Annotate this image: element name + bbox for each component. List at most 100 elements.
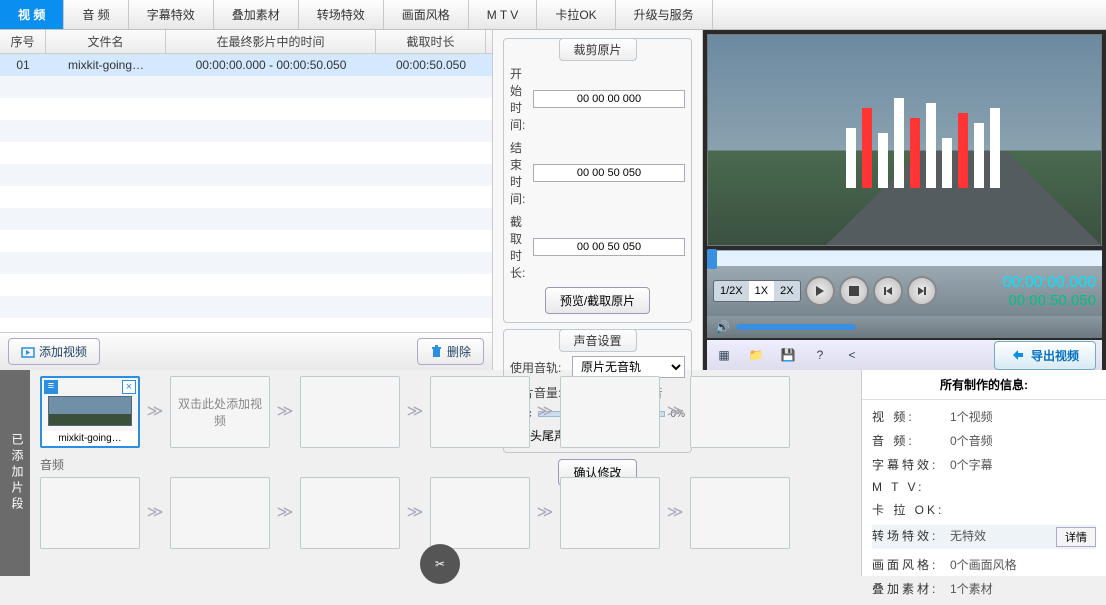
empty-slot[interactable] [300, 477, 400, 549]
empty-slot[interactable] [560, 376, 660, 448]
transition-slot[interactable]: ≫ [534, 502, 556, 524]
empty-slot[interactable] [430, 376, 530, 448]
preview-cut-button[interactable]: 预览/截取原片 [545, 287, 650, 314]
folder-icon[interactable]: 📁 [745, 344, 767, 366]
info-label: 转场特效: [872, 527, 950, 547]
save-icon[interactable]: 💾 [777, 344, 799, 366]
speed-selector[interactable]: 1/2X1X2X [713, 280, 801, 302]
cut-dur-input[interactable] [533, 238, 685, 256]
info-label: M T V: [872, 480, 950, 494]
info-row: 叠加素材:1个素材 [872, 580, 1096, 597]
tab-5[interactable]: 画面风格 [384, 0, 469, 29]
cell-range: 00:00:00.000 - 00:00:50.050 [166, 54, 376, 76]
empty-slot[interactable] [40, 477, 140, 549]
info-row: 转场特效:无特效详情 [872, 525, 1096, 549]
main-tabs: 视 频音 频字幕特效叠加素材转场特效画面风格M T V卡拉OK升级与服务 [0, 0, 1106, 30]
transition-slot[interactable]: ≫ [404, 401, 426, 423]
empty-slot[interactable] [690, 477, 790, 549]
info-value [950, 480, 1096, 494]
tab-3[interactable]: 叠加素材 [214, 0, 299, 29]
current-time: 00:00:00.000 [1003, 274, 1096, 292]
info-value [950, 501, 1096, 518]
seek-slider[interactable] [707, 250, 1102, 266]
clip-list-header: 序号 文件名 在最终影片中的时间 截取时长 [0, 30, 492, 54]
tab-0[interactable]: 视 频 [0, 0, 64, 29]
transition-slot[interactable]: ≫ [144, 502, 166, 524]
clip-list-body[interactable]: 01 mixkit-going… 00:00:00.000 - 00:00:50… [0, 54, 492, 332]
empty-slot[interactable] [560, 477, 660, 549]
clip-label: mixkit-going… [42, 431, 138, 446]
transition-slot[interactable]: ≫ [664, 401, 686, 423]
delete-button[interactable]: 删除 [417, 338, 484, 365]
tab-6[interactable]: M T V [469, 0, 538, 29]
next-button[interactable] [907, 276, 937, 306]
fab-button[interactable]: ✂ [420, 544, 460, 576]
cut-legend: 裁剪原片 [558, 38, 636, 61]
player-volume-slider[interactable] [736, 324, 856, 330]
grid-icon[interactable]: ▦ [713, 344, 735, 366]
clip-row[interactable]: 01 mixkit-going… 00:00:00.000 - 00:00:50… [0, 54, 492, 76]
add-clip-slot[interactable]: 双击此处添加视频 [170, 376, 270, 448]
stop-button[interactable] [839, 276, 869, 306]
speaker-icon[interactable]: 🔊 [715, 320, 730, 334]
speed-1X[interactable]: 1X [749, 281, 774, 301]
edit-panel: 裁剪原片 开始时间: 结束时间: 截取时长: 预览/截取原片 声音设置 使用音轨… [493, 30, 703, 370]
transition-slot[interactable]: ≫ [274, 401, 296, 423]
empty-slot[interactable] [170, 477, 270, 549]
tab-7[interactable]: 卡拉OK [537, 0, 615, 29]
start-time-input[interactable] [533, 90, 685, 108]
add-icon [21, 345, 35, 359]
preview-viewport[interactable] [707, 34, 1102, 246]
audio-bars [846, 88, 1000, 188]
cut-dur-label: 截取时长: [510, 213, 527, 281]
cut-fieldset: 裁剪原片 开始时间: 结束时间: 截取时长: 预览/截取原片 [503, 38, 692, 323]
clip-menu-icon[interactable]: ≡ [44, 380, 58, 394]
tab-2[interactable]: 字幕特效 [129, 0, 214, 29]
export-toolbar: ▦ 📁 💾 ? < 导出视频 [707, 340, 1102, 370]
speed-2X[interactable]: 2X [774, 281, 799, 301]
tab-4[interactable]: 转场特效 [299, 0, 384, 29]
volume-bar: 🔊 [707, 316, 1102, 338]
timeline-body: ≡ × mixkit-going… ≫ 双击此处添加视频 ≫ ≫ ≫ ≫ 音频 … [30, 370, 861, 576]
seek-thumb[interactable] [707, 249, 717, 269]
export-icon [1011, 348, 1025, 362]
sound-legend: 声音设置 [558, 329, 636, 352]
clip-remove-icon[interactable]: × [122, 380, 136, 394]
transition-slot[interactable]: ≫ [274, 502, 296, 524]
export-video-button[interactable]: 导出视频 [994, 341, 1096, 370]
info-label: 画面风格: [872, 556, 950, 573]
empty-slot[interactable] [300, 376, 400, 448]
col-filename: 文件名 [46, 30, 166, 53]
prev-button[interactable] [873, 276, 903, 306]
transition-slot[interactable]: ≫ [664, 502, 686, 524]
empty-slot[interactable] [430, 477, 530, 549]
info-value: 0个字幕 [950, 456, 1096, 473]
info-row: 视 频:1个视频 [872, 408, 1096, 425]
tab-1[interactable]: 音 频 [64, 0, 128, 29]
detail-button[interactable]: 详情 [1056, 527, 1096, 547]
info-label: 字幕特效: [872, 456, 950, 473]
transition-slot[interactable]: ≫ [534, 401, 556, 423]
tab-8[interactable]: 升级与服务 [616, 0, 713, 29]
speed-1/2X[interactable]: 1/2X [714, 281, 749, 301]
end-time-input[interactable] [533, 164, 685, 182]
info-label: 视 频: [872, 408, 950, 425]
help-icon[interactable]: ? [809, 344, 831, 366]
add-clip-hint: 双击此处添加视频 [175, 395, 265, 429]
transition-slot[interactable]: ≫ [404, 502, 426, 524]
transition-slot[interactable]: ≫ [144, 401, 166, 423]
empty-slot[interactable] [690, 376, 790, 448]
timeline-clip[interactable]: ≡ × mixkit-going… [40, 376, 140, 448]
audio-track: ≫ ≫ ≫ ≫ ≫ [40, 477, 851, 549]
audio-track-label: 音频 [40, 456, 851, 473]
start-time-label: 开始时间: [510, 65, 527, 133]
add-video-button[interactable]: 添加视频 [8, 338, 100, 365]
info-label: 叠加素材: [872, 580, 950, 597]
info-title: 所有制作的信息: [862, 370, 1106, 400]
video-track: ≡ × mixkit-going… ≫ 双击此处添加视频 ≫ ≫ ≫ ≫ [40, 376, 851, 448]
timeline-area: 已添加片段 ≡ × mixkit-going… ≫ 双击此处添加视频 ≫ ≫ ≫… [0, 370, 1106, 576]
info-value: 0个画面风格 [950, 556, 1096, 573]
play-button[interactable] [805, 276, 835, 306]
share-icon[interactable]: < [841, 344, 863, 366]
delete-label: 删除 [447, 343, 471, 360]
